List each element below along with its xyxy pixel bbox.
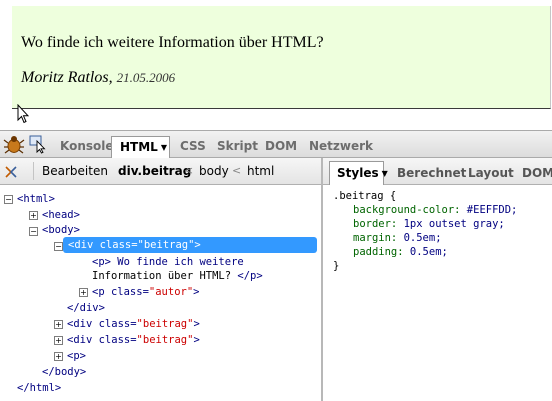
tab-html[interactable]: HTML ▼ [111,136,170,158]
tree-node-body-close: </body> [42,366,87,378]
css-property: background-color: [353,204,461,216]
tree-node-div-close: </div> [67,302,105,314]
tree-tag: </p> [237,270,263,282]
breadcrumb-item-body[interactable]: body [199,162,229,180]
tab-styles-label: Styles [337,166,379,180]
tree-node-p-text: Information über HTML? </p> [92,269,263,284]
tab-skript[interactable]: Skript [217,135,258,157]
tab-side-dom[interactable]: DOM [522,161,552,185]
inspect-element-icon[interactable] [28,134,48,154]
css-property: border: [353,218,398,230]
tree-attr-value: "beitrag" [136,334,194,346]
tree-node-div-beitrag[interactable]: <div class="beitrag"> [67,317,200,332]
tree-attr-value: "autor" [148,286,194,298]
expand-icon[interactable]: + [29,211,38,220]
css-style-panel: .beitrag { background-color: #EEFFDD; bo… [323,185,552,401]
post-question: Wo finde ich weitere Information über HT… [21,34,324,51]
tree-node-p[interactable]: <p> Wo finde ich weitere [92,255,244,270]
html-tree-panel: − <html> + <head> − <body> − <div class=… [0,185,321,401]
tree-tag: <p class= [92,286,149,298]
expand-icon[interactable]: + [54,320,63,329]
tab-konsole[interactable]: Konsole [60,135,114,157]
breadcrumb-item-div-beitrag[interactable]: div.beitrag [118,162,191,180]
css-property: margin: [353,232,398,244]
tab-styles[interactable]: Styles ▼ [329,161,388,185]
tree-node-div-beitrag[interactable]: <div class="beitrag"> [67,333,200,348]
firebug-bug-icon[interactable] [3,134,25,154]
css-value: 0.5em; [403,232,442,244]
expand-icon[interactable]: + [79,288,88,297]
css-declaration[interactable]: border: 1px outset gray; [353,217,505,231]
mouse-pointer-icon [17,104,29,124]
rendered-page: Wo finde ich weitere Information über HT… [0,0,552,130]
css-selector: .beitrag { [333,190,397,202]
breadcrumb-bar: Bearbeiten div.beitrag < body < html [0,158,322,185]
css-declaration[interactable]: margin: 0.5em; [353,231,442,245]
css-rule-close: } [333,260,340,272]
collapse-icon[interactable]: − [29,227,38,236]
tree-tag: <div class= [67,334,137,346]
post-author: Moritz Ratlos, [21,69,113,86]
css-value: 0.5em; [409,246,448,258]
tab-html-label: HTML [120,140,158,154]
tab-berechnet[interactable]: Berechnet [397,161,466,185]
tree-node-html[interactable]: <html> [17,192,55,207]
collapse-icon[interactable]: − [4,195,13,204]
edit-button[interactable]: Bearbeiten [33,162,108,180]
tab-css[interactable]: CSS [180,135,206,157]
firebug-toolbar: Konsole HTML ▼ CSS Skript DOM Netzwerk [0,130,552,158]
tab-netzwerk[interactable]: Netzwerk [309,135,373,157]
tree-node-head[interactable]: <head> [42,208,80,223]
breadcrumb-item-html[interactable]: html [247,162,274,180]
expand-icon[interactable]: + [54,352,63,361]
dropdown-arrow-icon: ▼ [381,169,388,178]
css-declaration[interactable]: background-color: #EEFFDD; [353,203,517,217]
tree-tag: <div class= [67,318,137,330]
post-author-line: Moritz Ratlos, 21.05.2006 [21,69,175,87]
tree-tag: > [193,286,200,298]
css-declaration[interactable]: padding: 0.5em; [353,245,448,259]
inspect-node-icon[interactable] [4,164,24,180]
tree-tag: > [193,318,200,330]
post-box-beitrag: Wo finde ich weitere Information über HT… [12,6,551,109]
collapse-icon[interactable]: − [54,242,63,251]
tree-tag: <p> Wo finde ich weitere [92,256,244,268]
tab-dom[interactable]: DOM [265,135,297,157]
breadcrumb-separator: < [184,164,194,177]
side-panel-tabs: Styles ▼ Berechnet Layout DOM [323,158,552,185]
tab-layout[interactable]: Layout [468,161,514,185]
post-date: 21.05.2006 [116,70,176,85]
css-property: padding: [353,246,404,258]
tree-node-p-empty[interactable]: <p> [67,349,86,364]
tree-tag: > [193,334,200,346]
tree-node-div-beitrag-selected[interactable]: <div class="beitrag"> [68,238,201,253]
css-value: 1px outset gray; [403,218,505,230]
css-value: #EEFFDD; [466,204,518,216]
dropdown-arrow-icon: ▼ [160,143,167,152]
tree-node-p-autor[interactable]: <p class="autor"> [92,285,200,300]
tree-text-node: Information über HTML? [92,270,238,282]
tree-attr-value: "beitrag" [136,318,194,330]
breadcrumb-separator: < [232,164,242,177]
tree-node-html-close: </html> [17,382,62,394]
tree-node-body[interactable]: <body> [42,223,80,238]
expand-icon[interactable]: + [54,336,63,345]
